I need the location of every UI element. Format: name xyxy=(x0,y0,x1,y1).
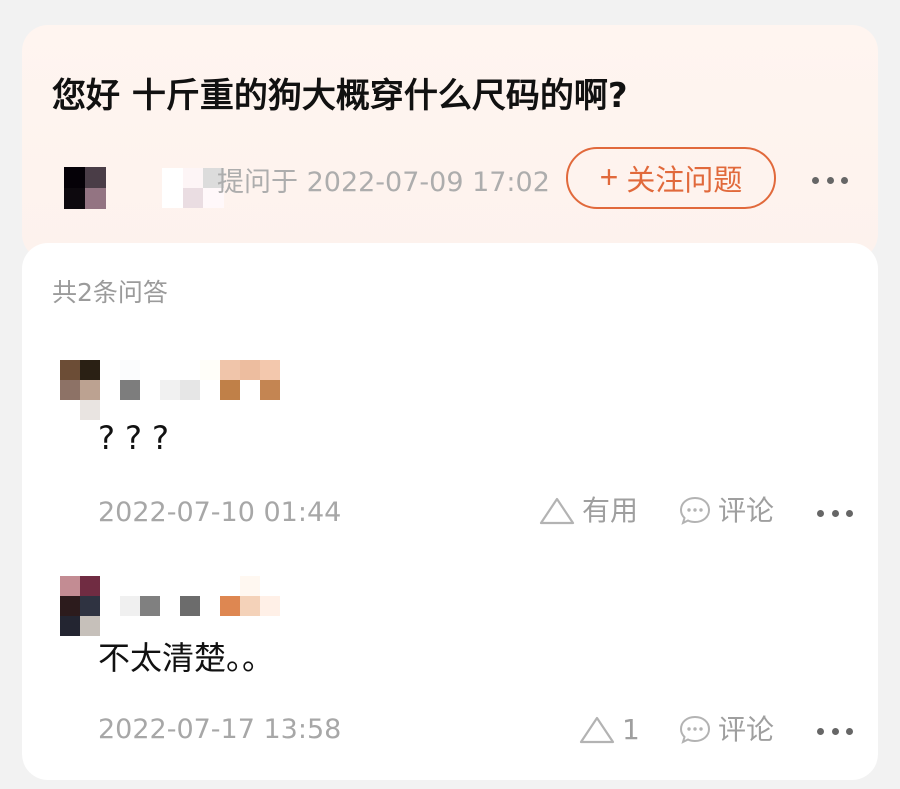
plus-icon: + xyxy=(599,159,619,195)
answer-item: ??? 2022-07-10 01:44 有用 评论 xyxy=(22,360,878,542)
answer-timestamp: 2022-07-17 13:58 xyxy=(98,714,342,745)
question-card: 您好 十斤重的狗大概穿什么尺码的啊? 提问于 2022-07-09 17:02 … xyxy=(22,25,878,260)
answerer-avatar[interactable] xyxy=(60,360,100,420)
question-asked-time: 提问于 2022-07-09 17:02 xyxy=(217,167,550,198)
answerer-name[interactable] xyxy=(100,360,290,420)
speech-bubble-icon xyxy=(679,715,711,744)
useful-label: 有用 xyxy=(582,494,639,527)
comment-button[interactable]: 评论 xyxy=(678,713,774,747)
question-title: 您好 十斤重的狗大概穿什么尺码的啊? xyxy=(52,76,628,116)
answerer-name[interactable] xyxy=(100,576,290,636)
asker-avatar[interactable] xyxy=(64,167,106,209)
answer-text: ??? xyxy=(98,419,179,457)
more-dots-icon[interactable] xyxy=(812,175,848,185)
more-dots-icon[interactable] xyxy=(817,726,853,736)
comment-label: 评论 xyxy=(718,494,775,527)
triangle-upvote-icon xyxy=(539,497,575,525)
qa-page: 您好 十斤重的狗大概穿什么尺码的啊? 提问于 2022-07-09 17:02 … xyxy=(0,0,900,789)
useful-count: 1 xyxy=(622,713,640,746)
answer-timestamp: 2022-07-10 01:44 xyxy=(98,497,342,528)
useful-button[interactable]: 1 xyxy=(578,713,640,747)
answers-count: 共2条问答 xyxy=(52,278,168,307)
triangle-upvote-icon xyxy=(579,716,615,744)
answer-text: 不太清楚。。 xyxy=(98,639,275,677)
follow-question-button[interactable]: + 关注问题 xyxy=(566,147,776,209)
comment-button[interactable]: 评论 xyxy=(678,494,774,528)
asker-name[interactable] xyxy=(162,168,224,208)
answer-item: 不太清楚。。 2022-07-17 13:58 1 评论 xyxy=(22,576,878,780)
answerer-avatar[interactable] xyxy=(60,576,100,636)
more-dots-icon[interactable] xyxy=(817,508,853,518)
speech-bubble-icon xyxy=(679,496,711,525)
answers-card: 共2条问答 ??? 2022-07-10 01:44 有用 评论 不太清楚。。 … xyxy=(22,243,878,780)
follow-question-label: 关注问题 xyxy=(626,165,743,197)
comment-label: 评论 xyxy=(718,713,775,746)
useful-button[interactable]: 有用 xyxy=(538,494,638,528)
